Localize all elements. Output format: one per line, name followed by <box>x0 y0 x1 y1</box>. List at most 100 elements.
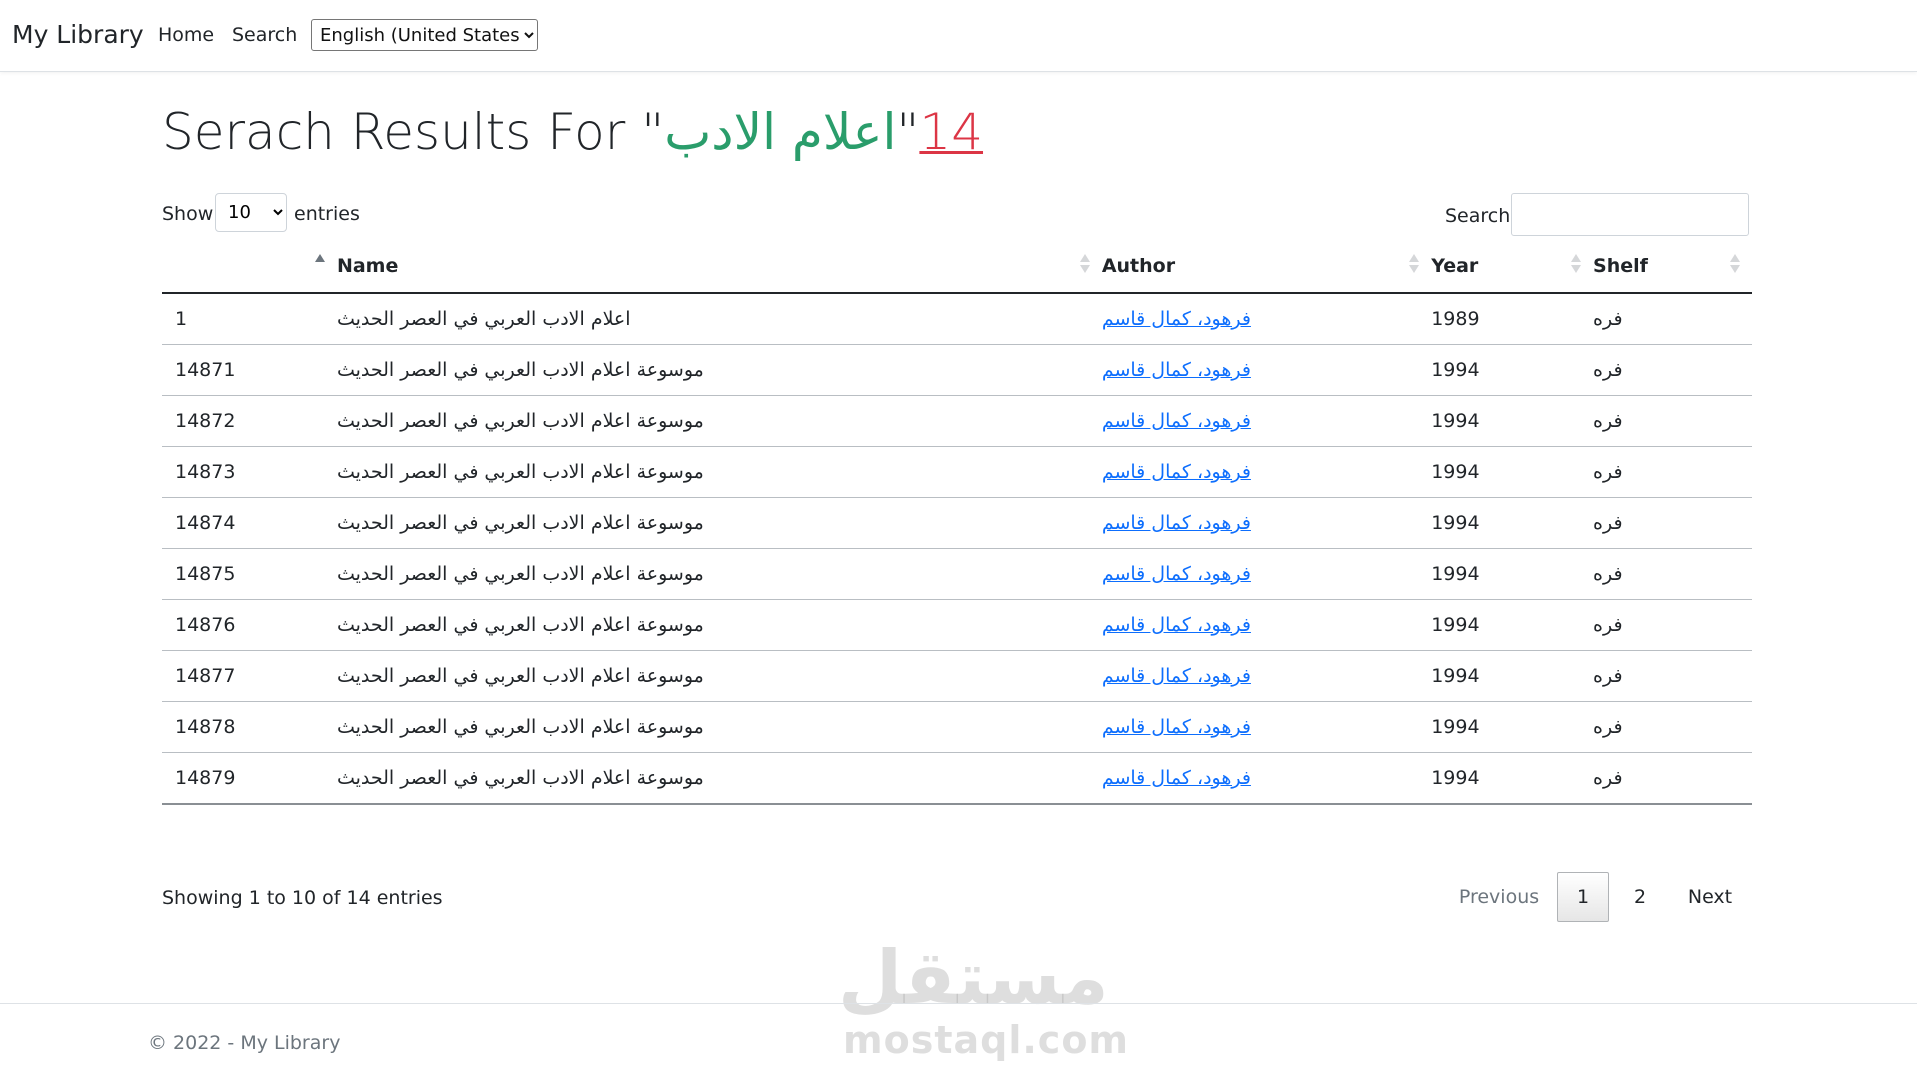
footer-divider <box>0 1003 1917 1004</box>
cell-name: اعلام الادب العربي في العصر الحديث <box>336 308 631 330</box>
author-link[interactable]: فرهود، كمال قاسم <box>1102 563 1251 585</box>
pagination-page-2[interactable]: 2 <box>1625 886 1655 908</box>
cell-name: موسوعة اعلام الادب العربي في العصر الحدي… <box>336 410 704 432</box>
cell-shelf: فره <box>1593 461 1623 483</box>
author-link[interactable]: فرهود، كمال قاسم <box>1102 512 1251 534</box>
table-row: 14878 موسوعة اعلام الادب العربي في العصر… <box>162 701 1752 753</box>
table-row: 14873 موسوعة اعلام الادب العربي في العصر… <box>162 446 1752 498</box>
column-header-author-label: Author <box>1101 255 1176 277</box>
cell-id: 14875 <box>162 548 337 600</box>
cell-year: 1994 <box>1431 599 1594 651</box>
cell-year: 1994 <box>1431 446 1594 498</box>
sort-asc-icon <box>314 254 325 276</box>
cell-year: 1994 <box>1431 650 1594 702</box>
column-header-shelf-label: Shelf <box>1593 255 1648 277</box>
author-link[interactable]: فرهود، كمال قاسم <box>1102 614 1251 636</box>
author-link[interactable]: فرهود، كمال قاسم <box>1102 767 1251 789</box>
author-link[interactable]: فرهود، كمال قاسم <box>1102 359 1251 381</box>
table-row: 14875 موسوعة اعلام الادب العربي في العصر… <box>162 548 1752 600</box>
page-title: Serach Results For "اعلام الادب"14 <box>162 103 983 161</box>
table-row: 14879 موسوعة اعلام الادب العربي في العصر… <box>162 752 1752 805</box>
cell-id: 1 <box>162 293 337 345</box>
cell-id: 14876 <box>162 599 337 651</box>
cell-id: 14872 <box>162 395 337 447</box>
cell-shelf: فره <box>1593 665 1623 687</box>
cell-name: موسوعة اعلام الادب العربي في العصر الحدي… <box>336 563 704 585</box>
entries-length-select[interactable]: 10 <box>215 193 287 232</box>
title-quote: " <box>896 103 920 161</box>
sort-icon <box>1079 254 1090 276</box>
search-input[interactable] <box>1511 193 1749 236</box>
cell-shelf: فره <box>1593 512 1623 534</box>
search-query: اعلام الادب <box>664 103 897 161</box>
sort-icon <box>1409 254 1420 276</box>
sort-icon <box>1571 254 1582 276</box>
footer-copyright: © 2022 - My Library <box>148 1032 341 1054</box>
column-header-id[interactable] <box>162 240 337 294</box>
sort-icon <box>1730 254 1740 276</box>
cell-shelf: فره <box>1593 410 1623 432</box>
cell-id: 14879 <box>162 752 337 805</box>
watermark-text: mostaql.com <box>843 1018 1130 1062</box>
nav-search-link[interactable]: Search <box>232 24 297 46</box>
column-header-author[interactable]: Author <box>1101 240 1432 294</box>
cell-year: 1994 <box>1431 752 1594 805</box>
author-link[interactable]: فرهود، كمال قاسم <box>1102 410 1251 432</box>
column-header-year[interactable]: Year <box>1431 240 1594 294</box>
cell-id: 14878 <box>162 701 337 753</box>
results-table: Name Author Year Shelf 1 اعلام الادب الع… <box>162 240 1752 805</box>
table-row: 14876 موسوعة اعلام الادب العربي في العصر… <box>162 599 1752 651</box>
watermark-logo: مستقل <box>838 935 1109 1021</box>
cell-shelf: فره <box>1593 308 1623 330</box>
language-select[interactable]: English (United States) <box>311 19 538 51</box>
cell-name: موسوعة اعلام الادب العربي في العصر الحدي… <box>336 767 704 789</box>
table-info: Showing 1 to 10 of 14 entries <box>162 887 443 909</box>
column-header-name[interactable]: Name <box>336 240 1102 294</box>
cell-year: 1989 <box>1431 293 1594 345</box>
title-prefix: Serach Results For " <box>162 103 665 161</box>
author-link[interactable]: فرهود، كمال قاسم <box>1102 665 1251 687</box>
author-link[interactable]: فرهود، كمال قاسم <box>1102 461 1251 483</box>
cell-year: 1994 <box>1431 395 1594 447</box>
result-count: 14 <box>919 103 984 161</box>
cell-id: 14877 <box>162 650 337 702</box>
table-row: 14872 موسوعة اعلام الادب العربي في العصر… <box>162 395 1752 447</box>
show-label: Show <box>162 203 214 225</box>
cell-year: 1994 <box>1431 344 1594 396</box>
column-header-shelf[interactable]: Shelf <box>1593 240 1752 294</box>
cell-name: موسوعة اعلام الادب العربي في العصر الحدي… <box>336 359 704 381</box>
table-row: 14871 موسوعة اعلام الادب العربي في العصر… <box>162 344 1752 396</box>
search-label: Search: <box>1445 205 1517 227</box>
cell-shelf: فره <box>1593 614 1623 636</box>
table-row: 14874 موسوعة اعلام الادب العربي في العصر… <box>162 497 1752 549</box>
cell-year: 1994 <box>1431 497 1594 549</box>
pagination-page-1[interactable]: 1 <box>1557 872 1609 922</box>
author-link[interactable]: فرهود، كمال قاسم <box>1102 716 1251 738</box>
cell-name: موسوعة اعلام الادب العربي في العصر الحدي… <box>336 461 704 483</box>
pagination-next[interactable]: Next <box>1675 886 1745 908</box>
brand-link[interactable]: My Library <box>12 20 144 49</box>
pagination-previous[interactable]: Previous <box>1444 886 1554 908</box>
column-header-name-label: Name <box>336 255 399 277</box>
nav-home-link[interactable]: Home <box>158 24 214 46</box>
entries-label: entries <box>294 203 360 225</box>
cell-year: 1994 <box>1431 548 1594 600</box>
cell-id: 14871 <box>162 344 337 396</box>
cell-shelf: فره <box>1593 767 1623 789</box>
cell-name: موسوعة اعلام الادب العربي في العصر الحدي… <box>336 614 704 636</box>
table-row: 14877 موسوعة اعلام الادب العربي في العصر… <box>162 650 1752 702</box>
cell-shelf: فره <box>1593 359 1623 381</box>
table-header-row: Name Author Year Shelf <box>162 240 1752 294</box>
cell-name: موسوعة اعلام الادب العربي في العصر الحدي… <box>336 716 704 738</box>
cell-year: 1994 <box>1431 701 1594 753</box>
author-link[interactable]: فرهود، كمال قاسم <box>1102 308 1251 330</box>
cell-id: 14873 <box>162 446 337 498</box>
cell-shelf: فره <box>1593 716 1623 738</box>
navbar: My Library Home Search English (United S… <box>0 0 1917 72</box>
column-header-year-label: Year <box>1431 255 1479 277</box>
cell-shelf: فره <box>1593 563 1623 585</box>
cell-name: موسوعة اعلام الادب العربي في العصر الحدي… <box>336 665 704 687</box>
table-row: 1 اعلام الادب العربي في العصر الحديث فره… <box>162 293 1752 345</box>
cell-id: 14874 <box>162 497 337 549</box>
cell-name: موسوعة اعلام الادب العربي في العصر الحدي… <box>336 512 704 534</box>
